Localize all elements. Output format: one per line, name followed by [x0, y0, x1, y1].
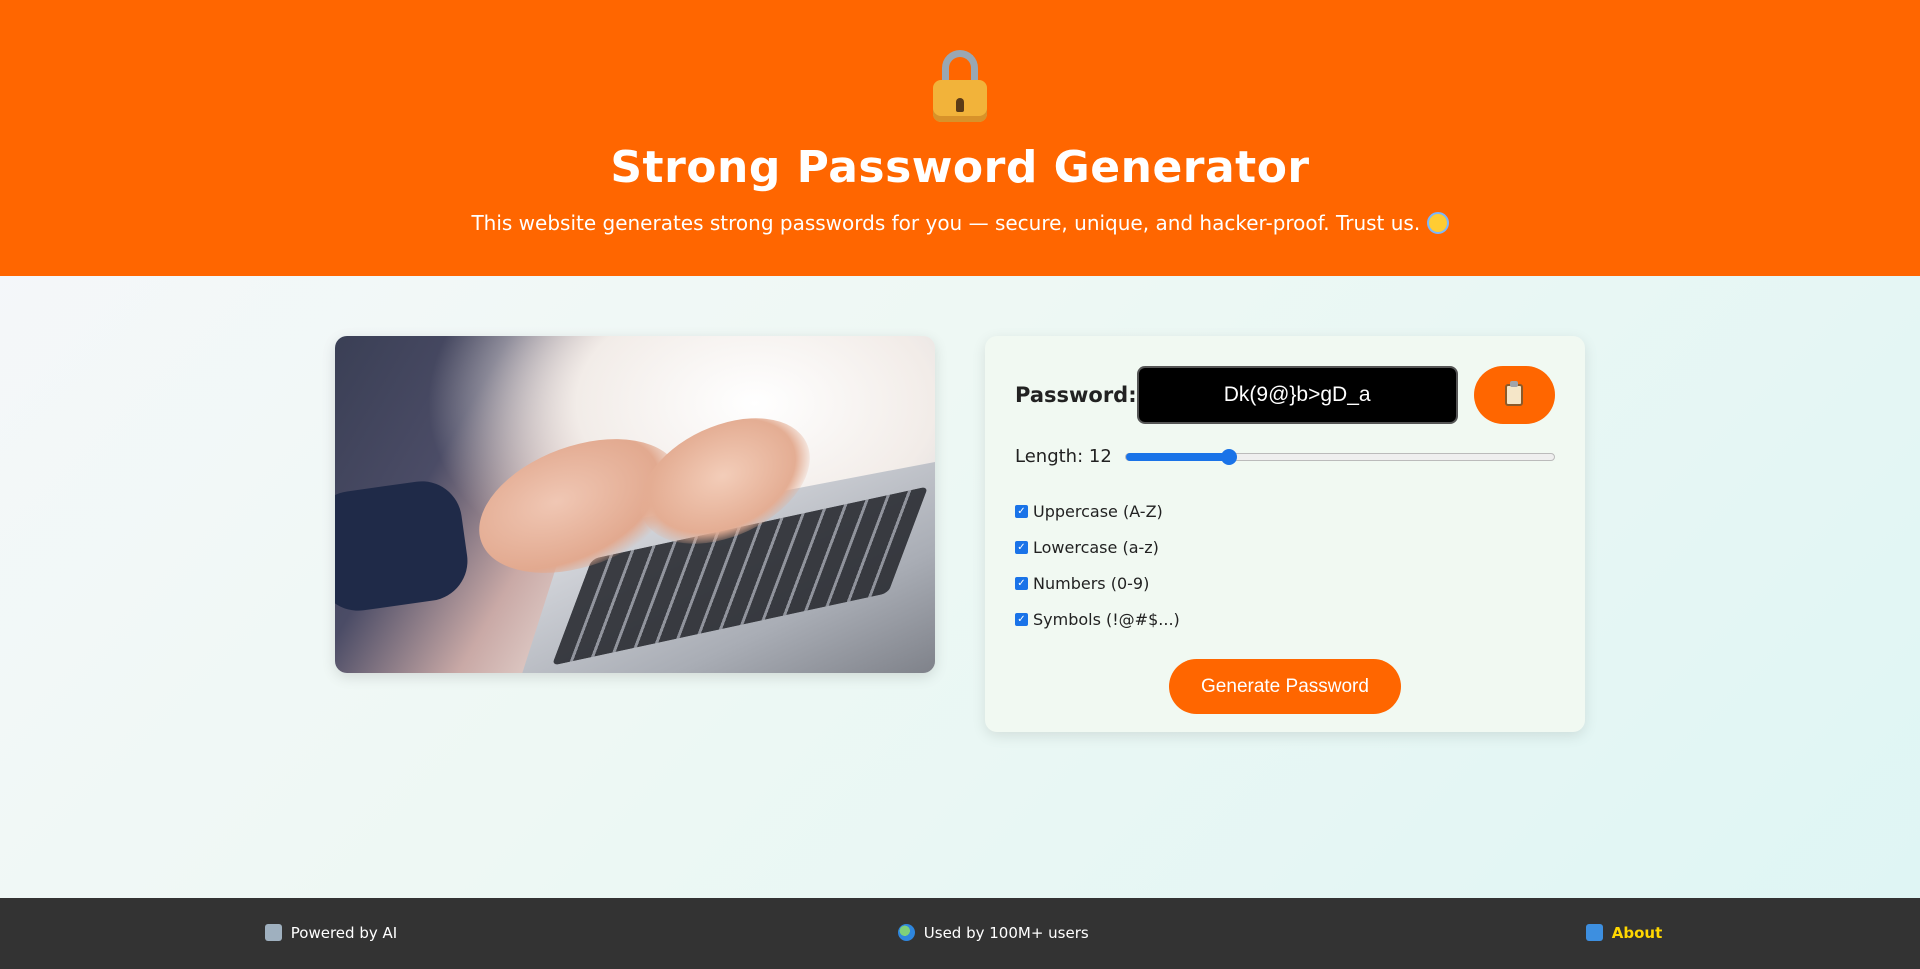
laptop-typing-image [335, 336, 935, 673]
lock-icon [930, 50, 990, 124]
header-banner: Strong Password Generator This website g… [0, 0, 1920, 276]
smiling-face-with-halo-icon [1426, 212, 1449, 234]
option-uppercase[interactable]: ✓ Uppercase (A-Z) [1015, 493, 1555, 529]
option-symbols[interactable]: ✓ Symbols (!@#$...) [1015, 601, 1555, 637]
subtitle-text: This website generates strong passwords … [471, 211, 1421, 235]
option-label: Uppercase (A-Z) [1033, 501, 1163, 521]
length-row: Length: 12 [1015, 446, 1555, 467]
book-icon [1586, 924, 1603, 941]
checkbox-numbers[interactable]: ✓ [1015, 576, 1028, 590]
about-link[interactable]: About [1612, 924, 1663, 942]
checkbox-uppercase[interactable]: ✓ [1015, 504, 1028, 518]
main-content: Password: Dk(9@}b>gD_a Length: 12 ✓ Uppe… [335, 336, 1585, 732]
length-slider-thumb[interactable] [1220, 448, 1237, 465]
option-label: Numbers (0-9) [1033, 573, 1150, 593]
copy-button[interactable] [1473, 366, 1555, 424]
checkbox-lowercase[interactable]: ✓ [1015, 540, 1028, 554]
page-subtitle: This website generates strong passwords … [0, 211, 1920, 235]
globe-icon [898, 924, 915, 941]
generate-password-button[interactable]: Generate Password [1169, 659, 1401, 714]
option-label: Symbols (!@#$...) [1033, 609, 1180, 629]
clipboard-icon [1505, 381, 1524, 406]
page-title: Strong Password Generator [610, 142, 1310, 193]
length-label: Length: 12 [1015, 446, 1112, 467]
checkbox-symbols[interactable]: ✓ [1015, 612, 1028, 626]
footer-about: About [1586, 924, 1662, 942]
option-label: Lowercase (a-z) [1033, 537, 1159, 557]
password-output[interactable]: Dk(9@}b>gD_a [1136, 366, 1458, 424]
footer: Powered by AI Used by 100M+ users About [0, 898, 1920, 969]
footer-users: Used by 100M+ users [898, 924, 1089, 942]
length-slider-fill [1126, 452, 1229, 461]
footer-users-text: Used by 100M+ users [923, 924, 1089, 942]
password-row: Password: Dk(9@}b>gD_a [1015, 366, 1555, 424]
robot-icon [265, 924, 282, 941]
footer-powered: Powered by AI [265, 924, 397, 942]
generator-card: Password: Dk(9@}b>gD_a Length: 12 ✓ Uppe… [985, 336, 1585, 732]
password-label: Password: [1015, 383, 1137, 407]
option-numbers[interactable]: ✓ Numbers (0-9) [1015, 565, 1555, 601]
character-options: ✓ Uppercase (A-Z) ✓ Lowercase (a-z) ✓ Nu… [1015, 493, 1555, 637]
length-slider[interactable] [1125, 448, 1555, 465]
option-lowercase[interactable]: ✓ Lowercase (a-z) [1015, 529, 1555, 565]
footer-powered-text: Powered by AI [290, 924, 398, 942]
